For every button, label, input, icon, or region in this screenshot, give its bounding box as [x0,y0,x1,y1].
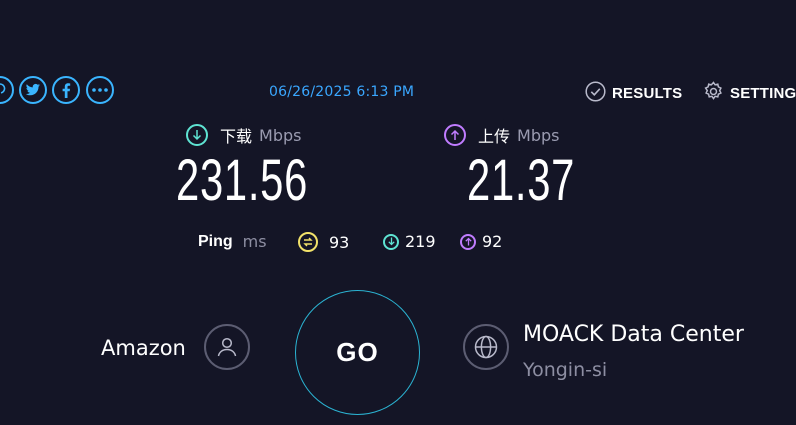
pinterest-icon[interactable] [0,76,14,104]
more-icon[interactable] [86,76,114,104]
upload-value: 21.37 [467,148,576,213]
check-circle-icon [585,81,606,106]
ping-upload-value: 92 [482,232,503,251]
server-name[interactable]: MOACK Data Center [523,322,744,347]
results-label: RESULTS [612,85,683,102]
globe-icon[interactable] [463,324,509,370]
download-label: 下载 [220,127,253,146]
ping-download: 219 [383,232,436,251]
download-arrow-icon [186,124,208,146]
results-link[interactable]: RESULTS [585,81,682,106]
twitter-icon[interactable] [19,76,47,104]
download-header: 下载 Mbps [186,123,301,147]
ping-idle-value: 93 [329,232,350,252]
ping-upload: 92 [460,232,502,251]
ping-label-group: Ping ms [198,232,267,251]
settings-link[interactable]: SETTINGS [703,81,796,106]
upload-label: 上传 [478,127,511,146]
upload-arrow-icon [444,124,466,146]
go-button[interactable]: GO [295,290,420,415]
go-label: GO [336,337,379,367]
ping-unit: ms [242,232,267,251]
ping-idle-icon [298,232,318,252]
ping-idle: 93 [298,232,349,252]
settings-label: SETTINGS [730,85,796,102]
gear-icon [703,81,724,106]
ping-label: Ping [198,232,233,250]
upload-unit: Mbps [517,125,560,145]
test-timestamp: 06/26/2025 6:13 PM [269,84,415,100]
speedtest-screen: 06/26/2025 6:13 PM RESULTS SETTINGS 下载 M… [0,0,796,425]
ping-download-value: 219 [405,232,436,251]
user-icon [204,324,250,370]
isp-name: Amazon [101,336,186,360]
upload-header: 上传 Mbps [444,123,559,147]
download-unit: Mbps [259,125,302,145]
download-value: 231.56 [176,148,309,213]
ping-upload-icon [460,233,476,250]
facebook-icon[interactable] [52,76,80,104]
ping-download-icon [383,233,399,250]
server-location: Yongin-si [523,359,608,381]
